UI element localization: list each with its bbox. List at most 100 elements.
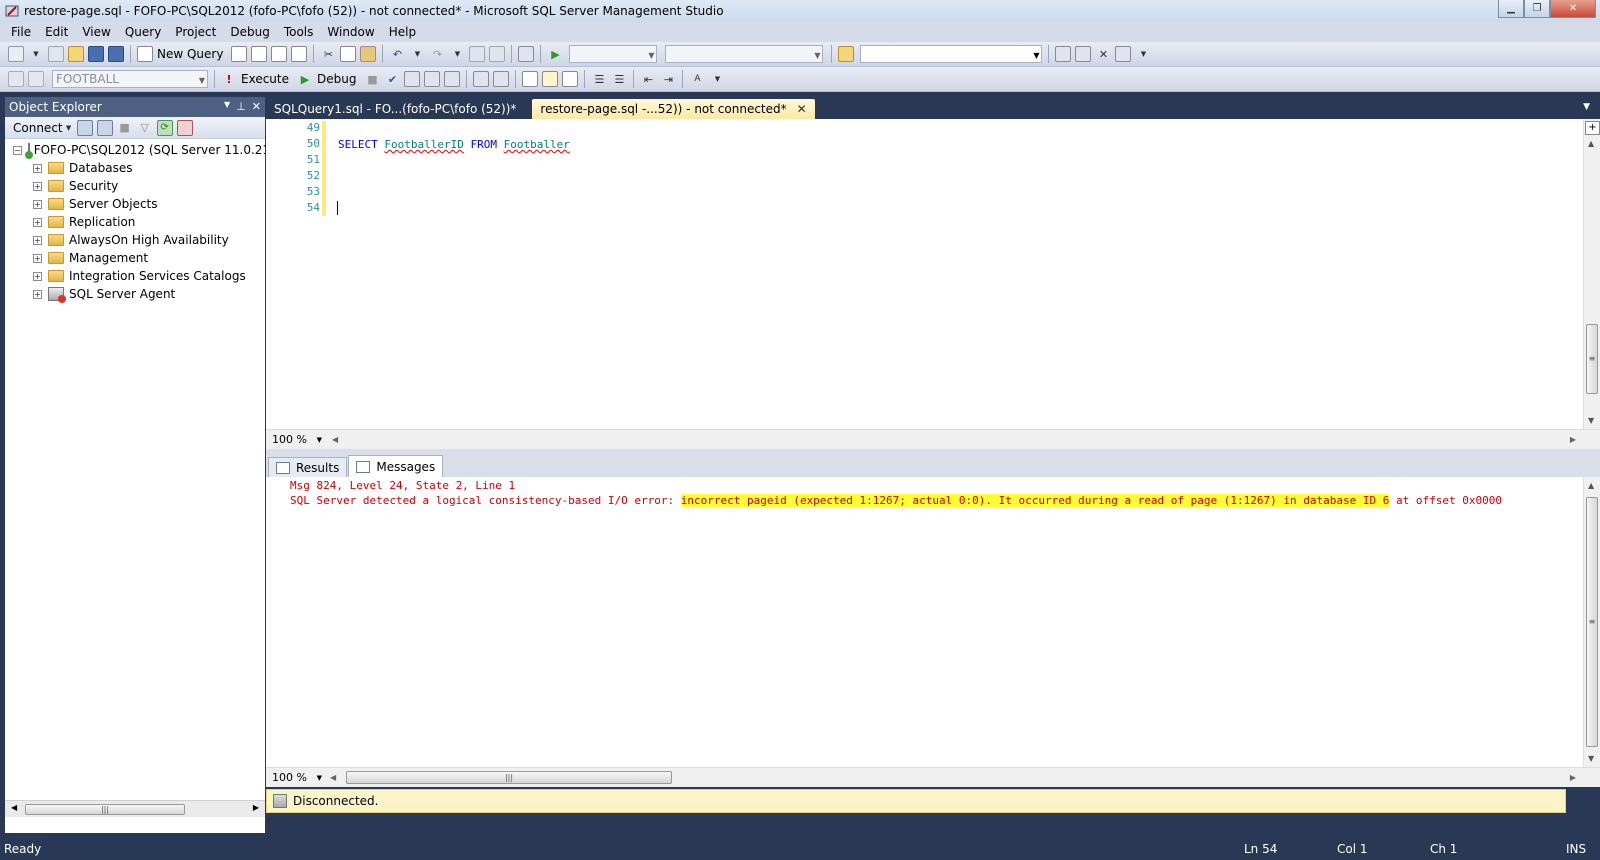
debug-icon[interactable]: ▶ — [297, 71, 313, 87]
save-all-icon[interactable] — [108, 46, 124, 62]
disconnect-object-explorer-icon[interactable] — [96, 119, 113, 136]
tab-list-dropdown-icon[interactable]: ▼ — [1583, 102, 1590, 112]
close-pane-icon[interactable]: ✕ — [252, 100, 261, 113]
expand-icon[interactable]: + — [33, 217, 42, 227]
tree-node-sql-server-agent[interactable]: + SQL Server Agent — [5, 285, 265, 303]
client-statistics-icon[interactable] — [493, 71, 510, 87]
tab-messages[interactable]: Messages — [348, 455, 444, 477]
paste-icon[interactable] — [360, 46, 377, 62]
solution-platform-combo[interactable]: ▼ — [665, 45, 824, 63]
results-to-file-icon[interactable] — [562, 71, 579, 87]
specify-template-values-icon[interactable]: A — [689, 71, 705, 87]
tree-node-replication[interactable]: + Replication — [5, 213, 265, 231]
cancel-query-icon[interactable]: ■ — [364, 71, 380, 87]
xmla-query-icon[interactable] — [291, 46, 308, 62]
menu-project[interactable]: Project — [168, 25, 223, 39]
undo-dropdown-icon[interactable]: ▼ — [409, 46, 425, 62]
code-line-50[interactable]: SELECT FootballerID FROM Footballer — [338, 137, 570, 153]
toolbar-options-icon[interactable]: ▼ — [709, 71, 725, 87]
chevron-down-icon[interactable]: ▼ — [65, 120, 73, 136]
disconnect-icon[interactable] — [28, 71, 44, 87]
intellisense-icon[interactable] — [444, 71, 461, 87]
execute-button[interactable]: Execute — [241, 72, 289, 86]
scroll-right-icon[interactable]: ▶ — [1570, 435, 1576, 444]
scroll-thumb[interactable]: ||| — [25, 804, 185, 815]
menu-query[interactable]: Query — [118, 25, 168, 39]
editor-vertical-scrollbar[interactable]: + ▲ ≡ ▼ — [1583, 119, 1600, 429]
cut-icon[interactable]: ✂ — [320, 46, 336, 62]
activity-monitor-icon[interactable] — [518, 46, 535, 62]
menu-edit[interactable]: Edit — [38, 25, 75, 39]
tree-node-integration-services[interactable]: + Integration Services Catalogs — [5, 267, 265, 285]
pin-icon[interactable]: ⊥ — [236, 100, 246, 113]
options-icon[interactable] — [1115, 46, 1132, 62]
expand-icon[interactable]: + — [33, 163, 42, 173]
expand-icon[interactable]: + — [33, 199, 42, 209]
expand-icon[interactable]: + — [33, 235, 42, 245]
include-actual-plan-icon[interactable] — [473, 71, 490, 87]
dropdown-icon[interactable]: ▼ — [28, 46, 44, 62]
horizontal-scroll-thumb[interactable]: ||| — [346, 771, 672, 784]
close-tab-icon[interactable]: ✕ — [797, 102, 807, 116]
tree-node-alwayson[interactable]: + AlwaysOn High Availability — [5, 231, 265, 249]
database-engine-query-icon[interactable] — [231, 46, 248, 62]
results-to-text-icon[interactable] — [522, 71, 539, 87]
find-combo[interactable]: ▼ — [860, 45, 1043, 63]
refresh-icon[interactable]: ⟳ — [156, 119, 173, 136]
uncomment-icon[interactable]: ☰ — [611, 71, 627, 87]
collapse-icon[interactable]: − — [13, 145, 22, 155]
solution-config-combo[interactable]: ▼ — [569, 45, 658, 63]
add-item-icon[interactable] — [48, 46, 64, 62]
undo-icon[interactable]: ↶ — [389, 46, 405, 62]
execute-icon[interactable]: ! — [221, 71, 237, 87]
tab-results[interactable]: Results — [268, 457, 348, 477]
comment-out-icon[interactable]: ☰ — [591, 71, 607, 87]
close-button[interactable]: ✕ — [1550, 0, 1596, 18]
messages-zoom-combo[interactable]: 100 % ▼ — [268, 770, 326, 786]
new-query-icon[interactable] — [137, 46, 153, 62]
scroll-down-icon[interactable]: ▼ — [1588, 754, 1594, 763]
expand-icon[interactable]: + — [33, 253, 42, 263]
increase-indent-icon[interactable]: ⇥ — [660, 71, 676, 87]
tree-node-management[interactable]: + Management — [5, 249, 265, 267]
analysis-query-icon[interactable] — [251, 46, 268, 62]
tree-node-server-objects[interactable]: + Server Objects — [5, 195, 265, 213]
horizontal-scrollbar[interactable]: ◀ ||| ▶ — [5, 800, 265, 817]
display-estimated-plan-icon[interactable] — [404, 71, 421, 87]
filter-icon[interactable]: ▽ — [137, 120, 153, 136]
copy-icon[interactable] — [340, 46, 357, 62]
results-to-grid-icon[interactable] — [542, 71, 559, 87]
scroll-thumb[interactable]: ≡ — [1586, 497, 1598, 747]
scroll-down-icon[interactable]: ▼ — [1588, 416, 1594, 425]
tab-restore-page[interactable]: restore-page.sql -...52)) - not connecte… — [532, 99, 815, 119]
open-file-icon[interactable] — [68, 46, 84, 62]
toolbar-options-icon[interactable]: ▼ — [1135, 46, 1151, 62]
query-designer-icon[interactable] — [424, 71, 441, 87]
registered-servers-icon[interactable] — [1055, 46, 1072, 62]
toolbox-icon[interactable]: ✕ — [1095, 46, 1111, 62]
tab-sqlquery1[interactable]: SQLQuery1.sql - FO...(fofo-PC\fofo (52))… — [266, 99, 524, 119]
save-icon[interactable] — [88, 46, 104, 62]
menu-window[interactable]: Window — [320, 25, 381, 39]
decrease-indent-icon[interactable]: ⇤ — [640, 71, 656, 87]
activity-monitor-icon[interactable] — [176, 119, 193, 136]
menu-help[interactable]: Help — [382, 25, 423, 39]
connect-object-explorer-icon[interactable] — [76, 119, 93, 136]
new-query-button[interactable]: New Query — [157, 47, 223, 61]
tree-server-node[interactable]: − FOFO-PC\SQL2012 (SQL Server 11.0.2100 — [5, 141, 285, 159]
properties-icon[interactable] — [1075, 46, 1092, 62]
parse-icon[interactable]: ✔ — [384, 71, 400, 87]
navigate-backward-icon[interactable] — [469, 46, 486, 62]
connect-button[interactable]: Connect — [13, 121, 63, 135]
redo-dropdown-icon[interactable]: ▼ — [449, 46, 465, 62]
maximize-button[interactable]: ❐ — [1524, 0, 1550, 18]
expand-icon[interactable]: + — [33, 271, 42, 281]
scroll-thumb[interactable]: ≡ — [1586, 324, 1598, 394]
editor-zoom-combo[interactable]: 100 % ▼ — [268, 432, 326, 448]
scroll-left-icon[interactable]: ◀ — [332, 435, 338, 444]
scroll-up-icon[interactable]: ▲ — [1588, 481, 1594, 490]
scroll-right-icon[interactable]: ▶ — [253, 803, 259, 812]
find-in-files-icon[interactable] — [838, 46, 855, 62]
split-window-icon[interactable]: + — [1585, 121, 1600, 135]
debug-button[interactable]: Debug — [317, 72, 356, 86]
